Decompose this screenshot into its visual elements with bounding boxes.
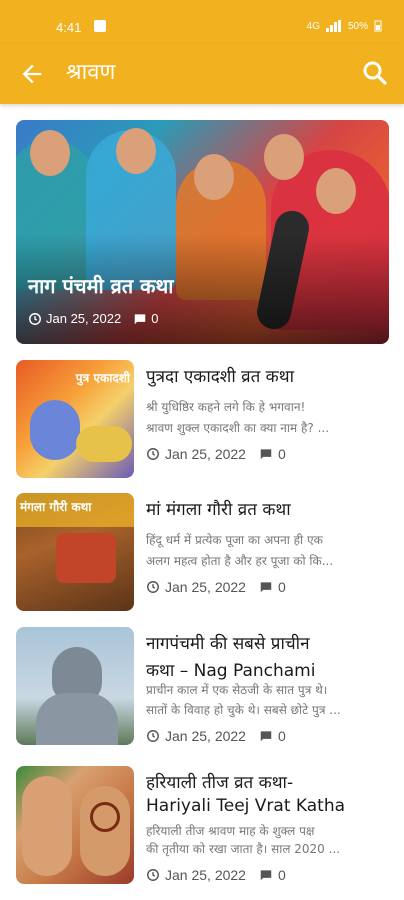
clock-icon <box>147 869 159 881</box>
comment-icon <box>134 313 146 324</box>
article-excerpt-line: श्री युधिष्ठिर कहने लगे कि हे भगवान! <box>146 400 306 414</box>
article-thumbnail: पुत्र एकादशी <box>16 360 134 478</box>
article-comment-count: 0 <box>277 728 286 744</box>
article-list-item[interactable]: हरियाली तीज व्रत कथा- Hariyali Teej Vrat… <box>16 766 389 884</box>
article-date: Jan 25, 2022 <box>165 446 246 462</box>
featured-article-meta: Jan 25, 2022 0 <box>28 311 158 326</box>
featured-article-title: नाग पंचमी व्रत कथा <box>28 274 174 298</box>
article-excerpt-line: प्राचीन काल में एक सेठजी के सात पुत्र थे… <box>146 683 328 697</box>
article-meta: Jan 25, 2022 0 <box>146 446 286 462</box>
clock-icon <box>147 581 159 593</box>
article-date: Jan 25, 2022 <box>165 867 246 883</box>
page-title: श्रावण <box>66 60 116 85</box>
notification-icon <box>94 20 106 32</box>
article-thumbnail-text: पुत्र एकादशी <box>75 371 130 385</box>
article-meta: Jan 25, 2022 0 <box>146 728 286 744</box>
article-comment-count: 0 <box>277 867 286 883</box>
article-date: Jan 25, 2022 <box>165 728 246 744</box>
article-list-item[interactable]: नागपंचमी की सबसे प्राचीन कथा – Nag Panch… <box>16 627 389 745</box>
clock-icon <box>147 730 159 742</box>
article-excerpt-line: अलग महत्व होता है और हर पूजा को कि... <box>146 554 334 568</box>
app-bar: श्रावण <box>0 44 404 104</box>
article-meta: Jan 25, 2022 0 <box>146 867 286 883</box>
article-title: मां मंगला गौरी व्रत कथा <box>146 500 291 520</box>
article-thumbnail-text: मंगला गौरी कथा <box>20 500 92 514</box>
signal-icon <box>325 20 341 32</box>
back-arrow-icon[interactable] <box>18 60 46 88</box>
comment-icon <box>260 582 272 593</box>
hero-image-face <box>316 168 356 214</box>
article-excerpt-line: की तृतीया को रखा जाता है। साल 2020 ... <box>146 842 341 856</box>
clock-icon <box>147 448 159 460</box>
featured-article-comments: 0 <box>151 311 159 326</box>
hero-image-face <box>264 134 304 180</box>
article-excerpt-line: सातों के विवाह हो चुके थे। सबसे छोटे पुत… <box>146 703 341 717</box>
featured-article-date: Jan 25, 2022 <box>46 311 122 326</box>
battery-label: 50% <box>347 20 368 32</box>
comment-icon <box>260 449 272 460</box>
article-list-item[interactable]: पुत्र एकादशी पुत्रदा एकादशी व्रत कथा श्र… <box>16 360 389 478</box>
hero-image-face <box>194 154 234 200</box>
battery-icon <box>374 20 382 32</box>
hero-image-face <box>30 130 70 176</box>
article-title: नागपंचमी की सबसे प्राचीन <box>146 634 310 654</box>
comment-icon <box>260 731 272 742</box>
status-time: 4:41 <box>56 20 82 35</box>
comment-icon <box>260 870 272 881</box>
article-excerpt-line: हिंदू धर्म में प्रत्येक पूजा का अपना ही … <box>146 533 323 547</box>
hero-image-face <box>116 128 156 174</box>
article-meta: Jan 25, 2022 0 <box>146 579 286 595</box>
article-thumbnail <box>16 627 134 745</box>
featured-article-card[interactable]: नाग पंचमी व्रत कथा Jan 25, 2022 0 <box>16 120 389 344</box>
network-label: 4G <box>306 20 320 32</box>
article-excerpt-line: श्रावण शुक्ल एकादशी का क्या नाम है? ... <box>146 421 330 435</box>
article-thumbnail: मंगला गौरी कथा <box>16 493 134 611</box>
article-comment-count: 0 <box>277 579 286 595</box>
article-comment-count: 0 <box>277 446 286 462</box>
status-icons: 4G 50% <box>307 20 382 32</box>
article-thumbnail <box>16 766 134 884</box>
status-bar: 4:41 4G 50% <box>0 0 404 44</box>
search-icon[interactable] <box>360 58 390 88</box>
article-title: पुत्रदा एकादशी व्रत कथा <box>146 367 294 387</box>
article-date: Jan 25, 2022 <box>165 579 246 595</box>
article-title: Hariyali Teej Vrat Katha <box>146 796 346 816</box>
clock-icon <box>29 312 41 325</box>
article-list-item[interactable]: मंगला गौरी कथा मां मंगला गौरी व्रत कथा ह… <box>16 493 389 611</box>
